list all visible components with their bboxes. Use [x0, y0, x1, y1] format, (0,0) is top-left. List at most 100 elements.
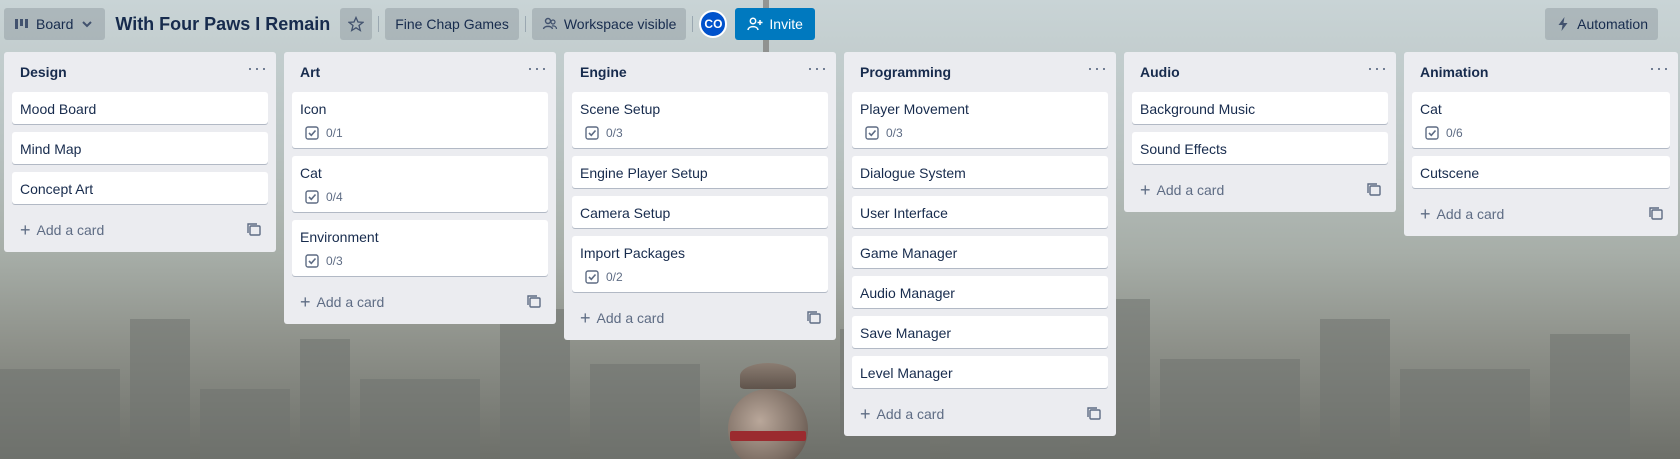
card-template-icon[interactable] [1648, 206, 1664, 222]
list-engine: Engine ··· Scene Setup 0/3 Engine Player… [564, 52, 836, 340]
plus-icon: + [300, 292, 311, 312]
list-header: Design ··· [4, 52, 276, 92]
checklist-icon [305, 254, 319, 268]
add-card-button[interactable]: + Add a card [1140, 181, 1224, 199]
card[interactable]: Level Manager [852, 356, 1108, 388]
checklist-count: 0/1 [326, 126, 343, 140]
add-card-row: + Add a card [284, 284, 556, 320]
card-title: Cat [300, 165, 322, 181]
card-title: Camera Setup [580, 205, 671, 221]
card[interactable]: Mind Map [12, 132, 268, 164]
list-title[interactable]: Programming [860, 64, 951, 80]
card[interactable]: Icon 0/1 [292, 92, 548, 148]
member-avatar[interactable]: CO [699, 10, 728, 38]
list-programming: Programming ··· Player Movement 0/3 Dial… [844, 52, 1116, 436]
card[interactable]: Game Manager [852, 236, 1108, 268]
checklist-count: 0/3 [606, 126, 623, 140]
card[interactable]: Cat 0/4 [292, 156, 548, 212]
visibility-button[interactable]: Workspace visible [531, 8, 687, 40]
checklist-icon [305, 126, 319, 140]
list-menu-icon[interactable]: ··· [1087, 59, 1108, 85]
checklist-badge: 0/1 [300, 124, 540, 142]
card[interactable]: Cutscene [1412, 156, 1670, 188]
add-card-row: + Add a card [1124, 172, 1396, 208]
plus-icon: + [20, 220, 31, 240]
checklist-icon [1425, 126, 1439, 140]
list-header: Engine ··· [564, 52, 836, 92]
add-card-button[interactable]: + Add a card [300, 293, 384, 311]
card-template-icon[interactable] [526, 294, 542, 310]
list-menu-icon[interactable]: ··· [807, 59, 828, 85]
board-title[interactable]: With Four Paws I Remain [105, 14, 340, 35]
automation-button[interactable]: Automation [1545, 8, 1658, 40]
checklist-icon [585, 126, 599, 140]
workspace-button[interactable]: Fine Chap Games [385, 8, 519, 40]
board-header: Board With Four Paws I Remain Fine Chap … [0, 0, 1680, 48]
card[interactable]: Player Movement 0/3 [852, 92, 1108, 148]
add-card-row: + Add a card [1404, 196, 1678, 232]
board-canvas: Design ··· Mood Board Mind Map Concept A… [4, 52, 1678, 436]
card[interactable]: Engine Player Setup [572, 156, 828, 188]
card-template-icon[interactable] [1086, 406, 1102, 422]
list-menu-icon[interactable]: ··· [247, 59, 268, 85]
add-card-label: Add a card [596, 310, 665, 326]
card[interactable]: Camera Setup [572, 196, 828, 228]
list-art: Art ··· Icon 0/1 Cat 0/4 Environment 0/3… [284, 52, 556, 324]
add-card-label: Add a card [36, 222, 105, 238]
list-header: Animation ··· [1404, 52, 1678, 92]
add-card-button[interactable]: + Add a card [860, 405, 944, 423]
card[interactable]: Concept Art [12, 172, 268, 204]
header-divider [692, 16, 694, 32]
checklist-badge: 0/4 [300, 188, 540, 206]
card-title: Cutscene [1420, 165, 1480, 181]
board-view-switcher[interactable]: Board [4, 8, 106, 40]
card-title: Concept Art [20, 181, 94, 197]
card-template-icon[interactable] [806, 310, 822, 326]
list-title[interactable]: Animation [1420, 64, 1488, 80]
card-title: Import Packages [580, 245, 686, 261]
people-icon [542, 17, 557, 30]
list-menu-icon[interactable]: ··· [527, 59, 548, 85]
card[interactable]: Import Packages 0/2 [572, 236, 828, 292]
add-card-button[interactable]: + Add a card [580, 309, 664, 327]
card[interactable]: User Interface [852, 196, 1108, 228]
card[interactable]: Scene Setup 0/3 [572, 92, 828, 148]
list-title[interactable]: Engine [580, 64, 627, 80]
card-title: Mood Board [20, 101, 97, 117]
list-title[interactable]: Art [300, 64, 320, 80]
checklist-badge: 0/2 [580, 268, 820, 286]
checklist-icon [305, 190, 319, 204]
list-menu-icon[interactable]: ··· [1367, 59, 1388, 85]
lightning-icon [1558, 17, 1568, 31]
list-design: Design ··· Mood Board Mind Map Concept A… [4, 52, 276, 252]
card[interactable]: Cat 0/6 [1412, 92, 1670, 148]
board-view-icon [15, 19, 28, 29]
add-card-button[interactable]: + Add a card [20, 221, 104, 239]
list-header: Audio ··· [1124, 52, 1396, 92]
add-card-row: + Add a card [564, 300, 836, 336]
invite-button[interactable]: Invite [735, 8, 815, 40]
list-title[interactable]: Audio [1140, 64, 1180, 80]
card[interactable]: Save Manager [852, 316, 1108, 348]
card[interactable]: Dialogue System [852, 156, 1108, 188]
card[interactable]: Sound Effects [1132, 132, 1388, 164]
card-title: Sound Effects [1140, 141, 1227, 157]
card-title: Save Manager [860, 325, 952, 341]
plus-icon: + [860, 404, 871, 424]
card[interactable]: Audio Manager [852, 276, 1108, 308]
add-card-button[interactable]: + Add a card [1420, 205, 1504, 223]
star-button[interactable] [340, 8, 373, 40]
card[interactable]: Environment 0/3 [292, 220, 548, 276]
list-menu-icon[interactable]: ··· [1649, 59, 1670, 85]
card-template-icon[interactable] [246, 222, 262, 238]
checklist-count: 0/3 [886, 126, 903, 140]
card-title: Environment [300, 229, 379, 245]
list-title[interactable]: Design [20, 64, 67, 80]
card-title: Background Music [1140, 101, 1256, 117]
card[interactable]: Background Music [1132, 92, 1388, 124]
checklist-count: 0/3 [326, 254, 343, 268]
card-title: Game Manager [860, 245, 958, 261]
card-template-icon[interactable] [1366, 182, 1382, 198]
checklist-badge: 0/6 [1420, 124, 1662, 142]
card[interactable]: Mood Board [12, 92, 268, 124]
